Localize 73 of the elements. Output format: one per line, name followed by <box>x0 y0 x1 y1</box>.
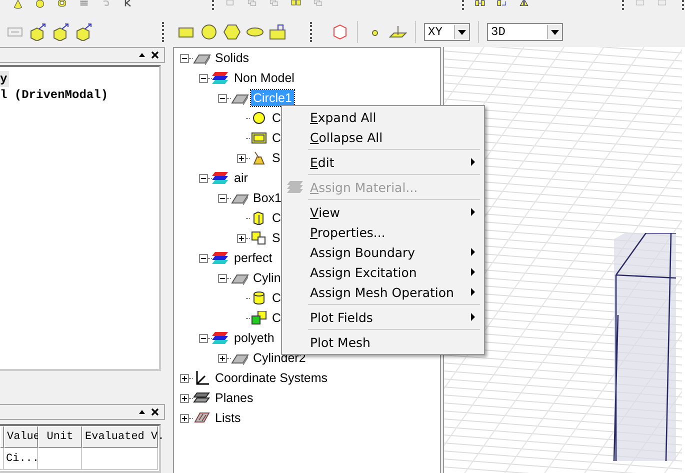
plane-dropdown[interactable]: XY <box>424 23 470 41</box>
tree-item[interactable]: Cylin <box>251 270 283 286</box>
tree-item[interactable]: C <box>270 310 284 326</box>
layers-icon <box>212 171 230 185</box>
tree-item[interactable]: polyeth <box>232 330 276 346</box>
tree-item[interactable]: S <box>270 150 282 166</box>
collapse-toggle[interactable] <box>218 94 227 102</box>
menu-item[interactable]: Plot Fields <box>282 307 484 327</box>
circle-icon[interactable] <box>200 23 218 41</box>
caret-icon <box>454 25 469 39</box>
tree-item[interactable]: Non Model <box>232 70 296 86</box>
tree-item[interactable]: Cylinder2 <box>251 350 308 366</box>
collapse-toggle[interactable] <box>199 74 208 82</box>
collapse-toggle[interactable] <box>180 54 189 62</box>
layers-icon <box>212 331 230 345</box>
squares-icon <box>250 311 268 325</box>
expand-toggle[interactable] <box>237 234 246 242</box>
box-icon[interactable] <box>269 23 287 41</box>
collapse-toggle[interactable] <box>218 274 227 282</box>
layers-icon <box>212 71 230 85</box>
tree-item[interactable]: C <box>270 130 284 146</box>
expand-toggle[interactable] <box>237 154 246 162</box>
close-icon[interactable] <box>151 408 159 416</box>
cube-axes-icon[interactable] <box>29 23 47 41</box>
table-cell <box>38 448 82 470</box>
expand-toggle[interactable] <box>180 414 189 422</box>
squares-icon <box>250 231 268 245</box>
menu-item[interactable]: Edit <box>282 152 484 172</box>
planes-icon <box>193 391 211 405</box>
menu-item[interactable]: Assign Excitation <box>282 262 484 282</box>
menu-item[interactable]: Properties... <box>282 222 484 242</box>
cube-axes-icon[interactable] <box>75 23 93 41</box>
project-tree-item[interactable]: l (DrivenModal) <box>0 87 110 103</box>
tree-item[interactable]: C <box>270 290 284 306</box>
tree-item[interactable]: Box1 <box>251 190 284 206</box>
tree-item[interactable]: air <box>232 170 250 186</box>
expand-toggle[interactable] <box>180 394 189 402</box>
circle-icon <box>250 111 268 125</box>
menu-item[interactable]: Assign Mesh Operation <box>282 282 484 302</box>
menu-item[interactable]: Expand All <box>282 107 484 127</box>
project-tree-item[interactable]: y <box>0 71 10 87</box>
rectangle-icon <box>250 131 268 145</box>
pin-icon[interactable] <box>138 408 146 416</box>
expand-toggle[interactable] <box>180 374 189 382</box>
tree-item[interactable]: S <box>270 230 282 246</box>
pin-icon[interactable] <box>138 51 146 59</box>
tree-item[interactable]: perfect <box>232 250 274 266</box>
collapse-toggle[interactable] <box>199 334 208 342</box>
menu-item: Assign Material... <box>282 177 484 197</box>
tree-item[interactable]: Lists <box>213 410 243 426</box>
collapse-toggle[interactable] <box>218 194 227 202</box>
tree-item[interactable]: Planes <box>213 390 256 406</box>
striped-shape-icon <box>193 411 211 425</box>
tree-item[interactable]: C <box>270 110 284 126</box>
menu-item[interactable]: Assign Boundary <box>282 242 484 262</box>
view-dropdown[interactable]: 3D <box>487 23 563 41</box>
collapse-toggle[interactable] <box>199 254 208 262</box>
cube-outline-icon[interactable] <box>331 23 349 41</box>
cube-axes-icon[interactable] <box>52 23 70 41</box>
table-cell: Ci... <box>4 448 38 470</box>
tree-item[interactable]: Coordinate Systems <box>213 370 330 386</box>
menu-item[interactable]: Collapse All <box>282 127 484 147</box>
column-header[interactable]: Unit <box>38 426 82 448</box>
caret-icon <box>547 25 562 39</box>
tree-item[interactable]: Solids <box>213 50 252 66</box>
close-icon[interactable] <box>151 51 159 59</box>
tree-item[interactable]: C <box>270 210 284 226</box>
expand-toggle[interactable] <box>218 354 227 362</box>
collapse-toggle[interactable] <box>199 174 208 182</box>
layers-icon <box>212 251 230 265</box>
hexagon-icon[interactable] <box>223 23 241 41</box>
menu-item[interactable]: Plot Mesh <box>282 332 484 352</box>
menu-item[interactable]: View <box>282 202 484 222</box>
